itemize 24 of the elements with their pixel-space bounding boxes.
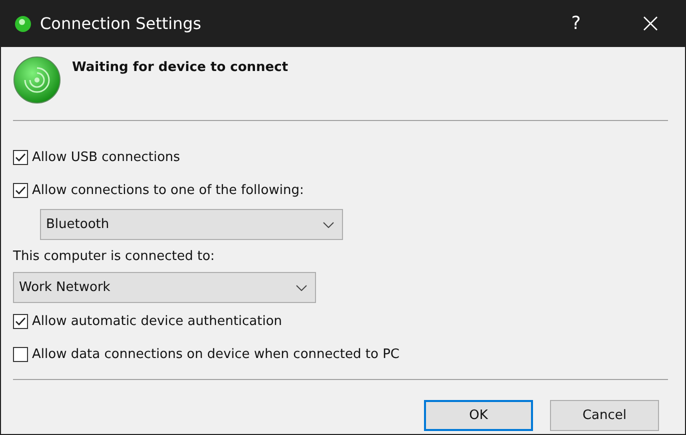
dialog-button[interactable]: Cancel: [550, 400, 659, 431]
help-button[interactable]: ?: [553, 0, 599, 47]
close-icon: [642, 16, 658, 31]
checkbox[interactable]: [13, 183, 28, 198]
checkbox-label[interactable]: Allow automatic device authentication: [32, 314, 282, 329]
checkbox-label[interactable]: Allow data connections on device when connected to PC: [32, 347, 400, 362]
app-icon: [14, 14, 32, 32]
check-icon: [15, 153, 26, 162]
checkbox-label[interactable]: Allow USB connections: [32, 150, 180, 165]
chevron-icon: [323, 222, 334, 228]
dropdown[interactable]: Work Network: [13, 272, 316, 303]
field-label: This computer is connected to:: [13, 248, 215, 264]
check-icon: [15, 317, 26, 326]
checkbox[interactable]: [13, 314, 28, 329]
dropdown[interactable]: Bluetooth: [40, 209, 343, 240]
disc-icon: [13, 56, 61, 104]
status-message: Waiting for device to connect: [72, 60, 288, 77]
checkbox[interactable]: [13, 347, 28, 362]
window-title: Connection Settings: [40, 14, 202, 33]
dialog-button[interactable]: OK: [424, 400, 533, 431]
chevron-icon: [296, 284, 307, 290]
checkbox[interactable]: [13, 150, 28, 165]
check-icon: [15, 186, 26, 195]
checkbox-label[interactable]: Allow connections to one of the following:: [32, 183, 304, 198]
